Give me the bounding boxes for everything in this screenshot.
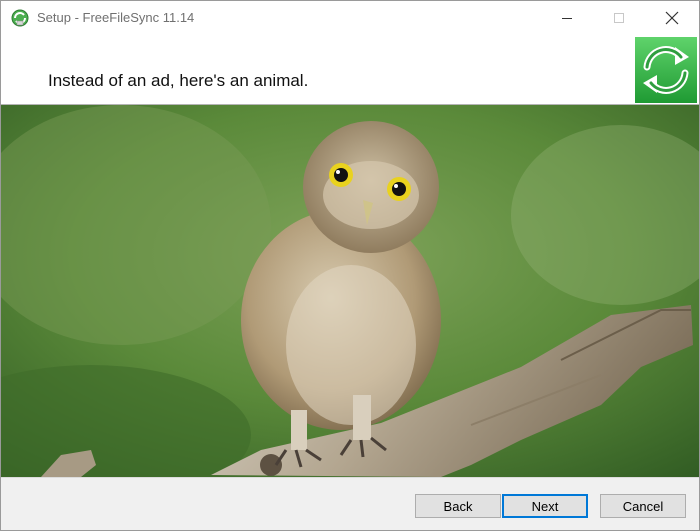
owl-image-icon (1, 105, 699, 477)
wizard-footer: Back Next Cancel (1, 477, 699, 530)
owl-photo (1, 105, 699, 477)
close-button[interactable] (646, 1, 698, 35)
page-title: Instead of an ad, here's an animal. (48, 71, 309, 90)
maximize-button[interactable] (593, 1, 645, 35)
back-button[interactable]: Back (415, 494, 501, 518)
freefilesync-logo-icon (635, 37, 697, 103)
maximize-icon (614, 13, 624, 23)
minimize-button[interactable] (541, 1, 593, 35)
close-icon (665, 11, 679, 25)
minimize-icon (562, 18, 572, 19)
next-button[interactable]: Next (502, 494, 588, 518)
window-title: Setup - FreeFileSync 11.14 (37, 10, 195, 25)
setup-window: Setup - FreeFileSync 11.14 Instead of an… (0, 0, 700, 531)
cancel-button[interactable]: Cancel (600, 494, 686, 518)
wizard-header: Instead of an ad, here's an animal. (1, 35, 699, 105)
title-bar[interactable]: Setup - FreeFileSync 11.14 (1, 1, 699, 35)
freefilesync-app-icon (11, 9, 29, 27)
